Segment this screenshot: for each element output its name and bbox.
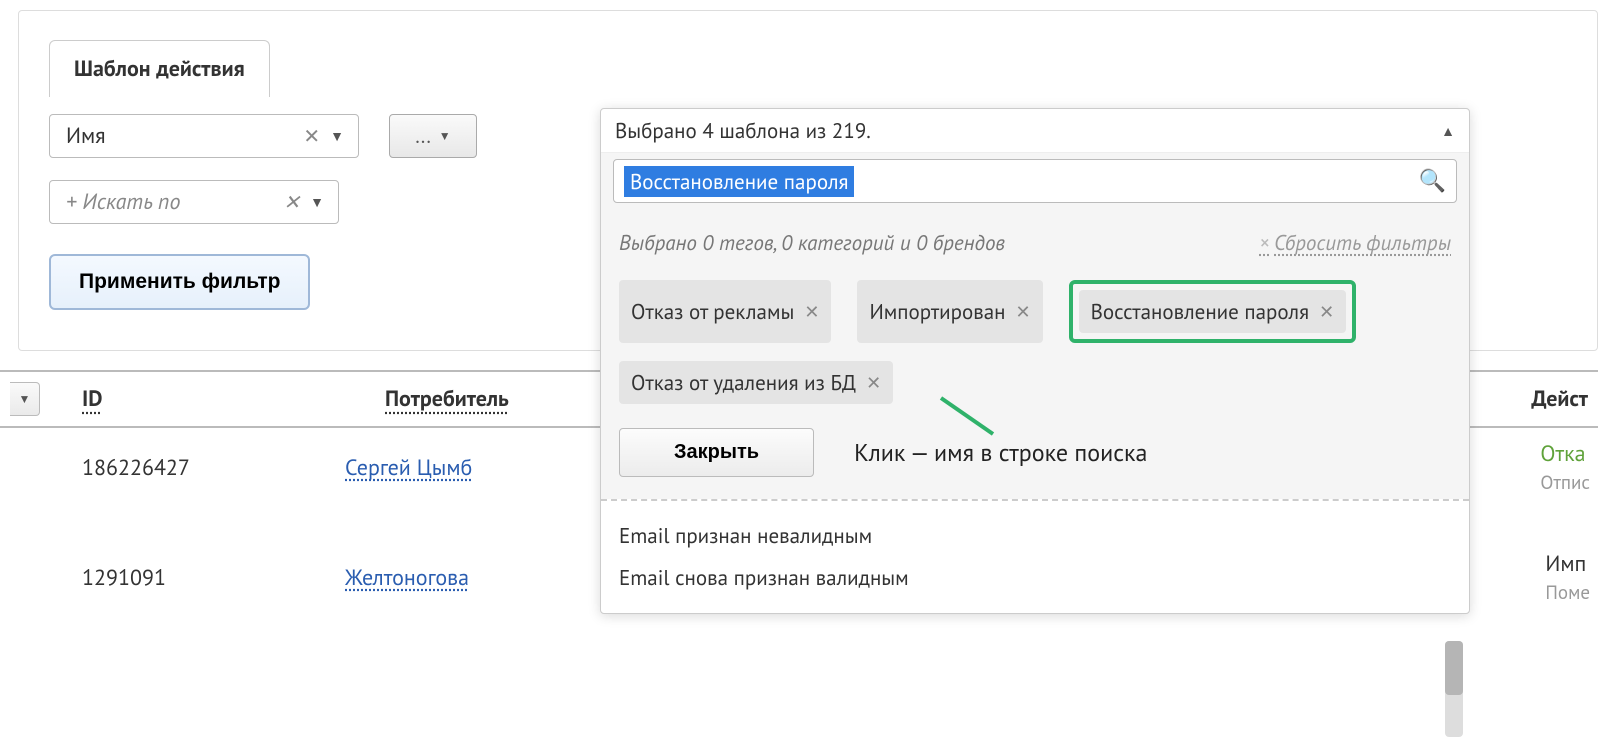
dropdown-search-wrap: Восстановление пароля 🔍 (601, 152, 1469, 215)
cell-status: Отка Отпис (1540, 439, 1590, 496)
search-selected-text: Восстановление пароля (624, 166, 854, 197)
annotation-arrow (937, 394, 997, 440)
list-item[interactable]: Email признан невалидным (619, 515, 1451, 557)
chip[interactable]: Отказ от удаления из БД ✕ (619, 361, 893, 404)
clear-icon[interactable]: ✕ (297, 123, 326, 149)
select-all-dropdown[interactable]: ▼ (10, 382, 40, 416)
template-dropdown: Выбрано 4 шаблона из 219. ▲ Восстановлен… (600, 108, 1470, 614)
apply-filter-button[interactable]: Применить фильтр (49, 254, 310, 310)
chevron-down-icon[interactable]: ▼ (326, 127, 348, 145)
tab-action-template[interactable]: Шаблон действия (49, 40, 270, 97)
header-action[interactable]: Дейст (1531, 385, 1588, 413)
close-icon: × (1260, 229, 1271, 256)
chevron-down-icon[interactable]: ▼ (306, 193, 328, 211)
close-icon[interactable]: ✕ (804, 300, 819, 323)
consumer-link[interactable]: Сергей Цымб (345, 454, 472, 482)
chip-label: Отказ от удаления из БД (631, 369, 856, 396)
annotation-text: Клик — имя в строке поиска (854, 437, 1147, 468)
chip[interactable]: Отказ от рекламы ✕ (619, 280, 831, 343)
close-button[interactable]: Закрыть (619, 428, 814, 477)
header-id[interactable]: ID (40, 385, 385, 413)
close-icon[interactable]: ✕ (1319, 300, 1334, 323)
chevron-down-icon: ▼ (439, 129, 451, 144)
dropdown-list: Email признан невалидным Email снова при… (601, 501, 1469, 613)
scrollbar-thumb[interactable] (1445, 641, 1463, 695)
close-row: Закрыть Клик — имя в строке поиска (601, 408, 1469, 499)
dropdown-tags-info: Выбрано 0 тегов, 0 категорий и 0 брендов… (601, 215, 1469, 266)
search-by-combo[interactable]: + Искать по ✕ ▼ (49, 180, 339, 224)
chip[interactable]: Импортирован ✕ (857, 280, 1042, 343)
chip-label: Импортирован (869, 298, 1005, 325)
reset-filters-link[interactable]: ×Сбросить фильтры (1260, 229, 1451, 256)
chip-label: Отказ от рекламы (631, 298, 794, 325)
search-by-placeholder: + Искать по (66, 188, 277, 216)
clear-icon[interactable]: ✕ (277, 189, 306, 215)
chip-label: Восстановление пароля (1091, 298, 1309, 325)
field-combo[interactable]: Имя ✕ ▼ (49, 114, 359, 158)
status-primary: Отка (1540, 439, 1590, 470)
close-icon[interactable]: ✕ (866, 371, 881, 394)
dropdown-header[interactable]: Выбрано 4 шаблона из 219. ▲ (601, 109, 1469, 152)
search-icon: 🔍 (1419, 167, 1446, 195)
list-item[interactable]: Email снова признан валидным (619, 557, 1451, 599)
cell-status: Имп Поме (1545, 549, 1590, 606)
operator-button[interactable]: ... ▼ (389, 114, 477, 158)
dropdown-header-text: Выбрано 4 шаблона из 219. (615, 117, 1441, 144)
dropdown-search-input[interactable]: Восстановление пароля 🔍 (613, 159, 1457, 203)
tab-label: Шаблон действия (74, 55, 245, 83)
status-primary: Имп (1545, 549, 1590, 580)
operator-label: ... (415, 123, 430, 149)
status-secondary: Отпис (1540, 470, 1590, 497)
cell-id: 1291091 (0, 564, 345, 592)
cell-id: 186226427 (0, 454, 345, 482)
cell-consumer: Желтоногова (345, 564, 469, 592)
chip-highlighted[interactable]: Восстановление пароля ✕ (1069, 280, 1357, 343)
apply-label: Применить фильтр (79, 270, 280, 293)
chevron-up-icon[interactable]: ▲ (1441, 122, 1455, 140)
cell-consumer: Сергей Цымб (345, 454, 472, 482)
field-combo-label: Имя (66, 122, 297, 150)
close-icon[interactable]: ✕ (1016, 300, 1031, 323)
selected-chips: Отказ от рекламы ✕ Импортирован ✕ Восста… (601, 266, 1469, 408)
consumer-link[interactable]: Желтоногова (345, 564, 469, 592)
status-secondary: Поме (1545, 580, 1590, 607)
tags-info-text: Выбрано 0 тегов, 0 категорий и 0 брендов (619, 229, 1005, 256)
header-select: ▼ (0, 382, 40, 416)
